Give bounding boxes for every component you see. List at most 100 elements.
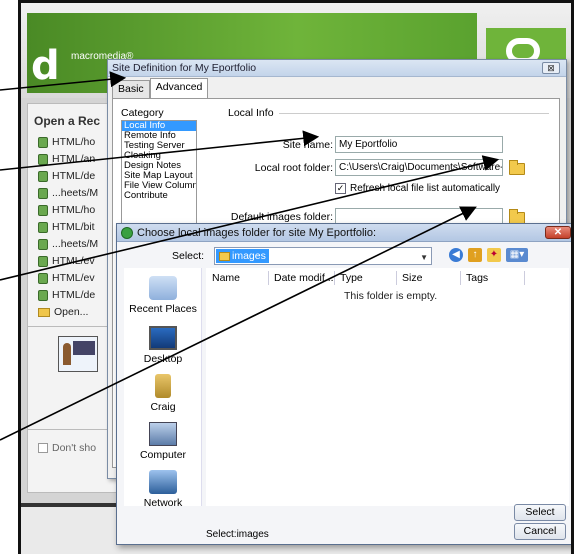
section-title: Local Info (228, 107, 274, 119)
selected-folder: images (216, 249, 269, 263)
user-folder-icon (155, 374, 171, 398)
computer-icon (149, 422, 177, 446)
site-definition-tabs: Basic Advanced (112, 78, 209, 98)
place-desktop[interactable]: Desktop (124, 326, 202, 365)
recent-file-item[interactable]: HTML/de (38, 287, 98, 304)
views-menu-icon[interactable]: ▦▾ (506, 248, 528, 262)
close-button[interactable]: ✕ (545, 226, 571, 239)
recent-places-icon (149, 276, 177, 300)
place-label: Recent Places (129, 303, 197, 315)
place-recent-places[interactable]: Recent Places (124, 276, 202, 315)
choose-folder-dialog: Choose local images folder for site My E… (116, 223, 571, 545)
section-divider (279, 113, 549, 114)
dialog-footer: Select:images Select Cancel (124, 504, 569, 542)
recent-file-item[interactable]: HTML/ho (38, 134, 98, 151)
recent-files-list: HTML/ho HTML/an HTML/de ...heets/M HTML/ho HT… (38, 134, 98, 321)
html-file-icon (38, 137, 48, 148)
html-file-icon (38, 188, 48, 199)
category-item[interactable]: Testing Server (122, 141, 196, 151)
recent-file-item[interactable]: HTML/de (38, 168, 98, 185)
dont-show-checkbox[interactable] (38, 443, 48, 453)
place-craig[interactable]: Craig (124, 374, 202, 413)
column-date-modified[interactable]: Date modif... (274, 271, 334, 285)
column-separator[interactable] (268, 271, 269, 285)
column-size[interactable]: Size (402, 271, 422, 285)
html-file-icon (38, 290, 48, 301)
recent-file-item[interactable]: HTML/ev (38, 270, 98, 287)
local-root-input[interactable]: C:\Users\Craig\Documents\Software-tut (335, 159, 503, 176)
category-item[interactable]: Design Notes (122, 161, 196, 171)
person-graphic (63, 343, 71, 365)
network-icon (149, 470, 177, 494)
recent-file-item[interactable]: ...heets/M (38, 185, 98, 202)
html-file-icon (38, 239, 48, 250)
category-item[interactable]: Local Info (122, 121, 196, 131)
category-item[interactable]: Cloaking (122, 151, 196, 161)
html-file-icon (38, 171, 48, 182)
file-list[interactable]: Name Date modif... Type Size Tags This f… (206, 268, 569, 506)
html-file-icon (38, 154, 48, 165)
column-separator[interactable] (396, 271, 397, 285)
recent-file-item[interactable]: ...heets/M (38, 236, 98, 253)
places-bar: Recent Places Desktop Craig Computer Net… (124, 268, 202, 509)
recent-file-item[interactable]: HTML/ev (38, 253, 98, 270)
place-label: Desktop (143, 353, 183, 365)
refresh-label: Refresh local file list automatically (350, 183, 501, 194)
column-separator[interactable] (524, 271, 525, 285)
column-separator[interactable] (460, 271, 461, 285)
recent-file-item[interactable]: HTML/an (38, 151, 98, 168)
desktop-icon (149, 326, 177, 350)
local-root-label: Local root folder: (254, 162, 333, 174)
category-item[interactable]: Site Map Layout (122, 171, 196, 181)
html-file-icon (38, 205, 48, 216)
column-type[interactable]: Type (340, 271, 363, 285)
category-label: Category (121, 107, 164, 119)
place-computer[interactable]: Computer (124, 422, 202, 461)
category-item[interactable]: Contribute (122, 191, 196, 201)
refresh-option[interactable]: ✓ Refresh local file list automatically (335, 183, 500, 194)
choose-folder-title: Choose local images folder for site My E… (137, 227, 377, 239)
tab-basic[interactable]: Basic (112, 80, 150, 98)
help-presenter-icon[interactable] (58, 336, 98, 372)
recent-file-item[interactable]: HTML/ho (38, 202, 98, 219)
place-network[interactable]: Network (124, 470, 202, 509)
tab-advanced[interactable]: Advanced (149, 78, 209, 98)
html-file-icon (38, 222, 48, 233)
dreamweaver-app-icon (121, 227, 133, 239)
column-name[interactable]: Name (212, 271, 240, 285)
recent-file-label: HTML/ho (52, 204, 96, 216)
back-icon[interactable]: ◀ (449, 248, 463, 262)
place-label: Craig (150, 401, 176, 413)
dont-show-option[interactable]: Don't sho (38, 442, 96, 454)
new-folder-icon[interactable]: ✦ (487, 248, 501, 262)
choose-folder-titlebar: Choose local images folder for site My E… (117, 224, 571, 242)
site-definition-title: Site Definition for My Eportfolio (112, 62, 257, 74)
board-graphic (73, 341, 95, 355)
close-button[interactable]: ⊠ (542, 62, 560, 74)
up-folder-icon[interactable]: ↑ (468, 248, 482, 262)
cancel-button[interactable]: Cancel (514, 523, 566, 540)
refresh-checkbox[interactable]: ✓ (335, 183, 346, 194)
recent-file-label: HTML/ev (52, 272, 95, 284)
category-item[interactable]: File View Columns (122, 181, 196, 191)
default-images-label: Default images folder: (230, 211, 333, 223)
recent-file-label: HTML/an (52, 153, 96, 165)
select-button[interactable]: Select (514, 504, 566, 521)
selected-folder-label: images (232, 250, 266, 262)
category-item[interactable]: Remote Info (122, 131, 196, 141)
folder-icon (38, 308, 50, 317)
screenshot-frame: d macromedia® Open a Rec HTML/ho HTML/an H… (18, 0, 574, 554)
column-separator[interactable] (334, 271, 335, 285)
recent-file-item[interactable]: Open... (38, 304, 98, 321)
dont-show-label: Don't sho (52, 442, 97, 454)
folder-select-dropdown[interactable]: images ▼ (214, 247, 432, 265)
chevron-down-icon[interactable]: ▼ (420, 250, 428, 266)
recent-file-item[interactable]: HTML/bit (38, 219, 98, 236)
local-root-browse-folder-icon[interactable] (509, 160, 525, 175)
site-name-input[interactable]: My Eportfolio (335, 136, 503, 153)
site-name-label: Site name: (282, 139, 333, 151)
column-tags[interactable]: Tags (466, 271, 488, 285)
recent-file-label: Open... (54, 306, 89, 318)
html-file-icon (38, 256, 48, 267)
open-recent-title: Open a Rec (34, 114, 101, 128)
